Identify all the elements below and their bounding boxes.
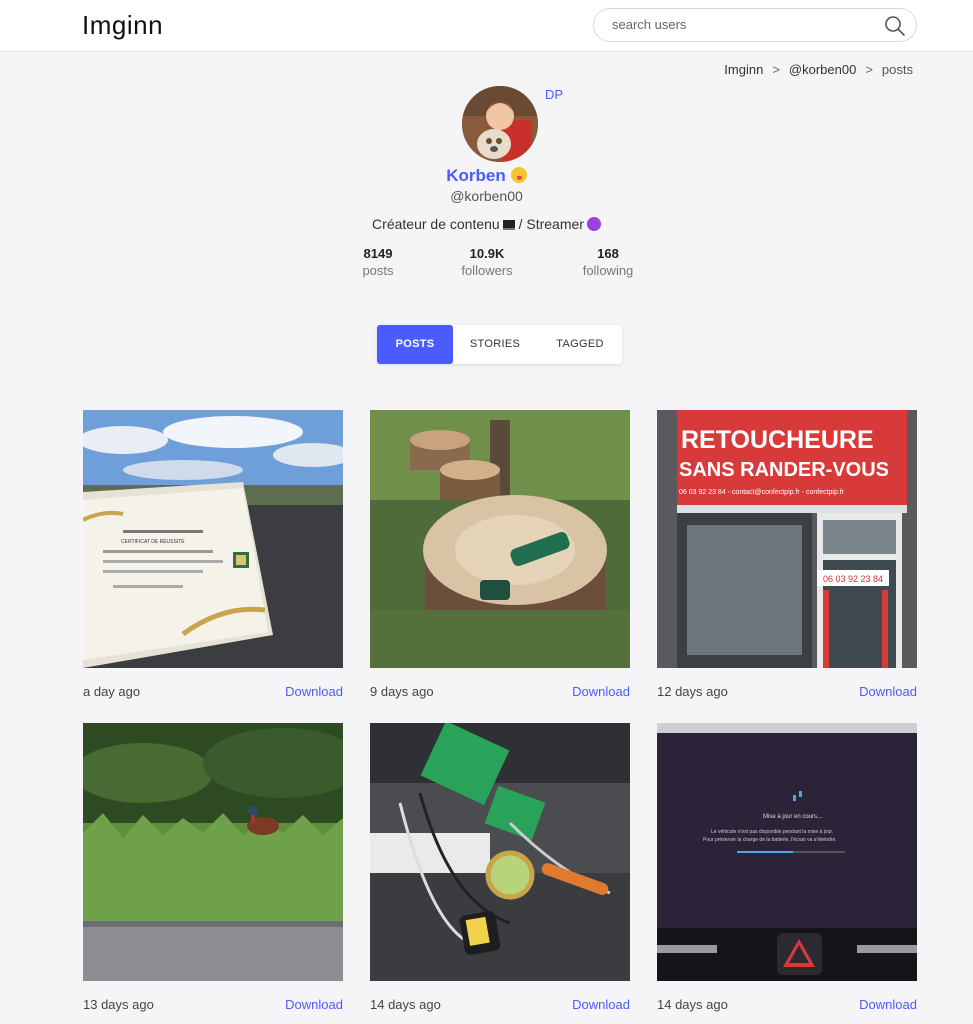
stat-posts: 8149 posts [328,246,428,278]
profile-name: Korben [0,166,973,186]
post-time: 13 days ago [83,997,154,1012]
breadcrumb-separator: > [772,62,780,77]
download-link[interactable]: Download [572,997,630,1012]
post-image[interactable]: Mise à jour en cours... Le véhicule n'es… [657,723,917,981]
post-time: 12 days ago [657,684,728,699]
certificate-title: CERTIFICAT DE RÉUSSITE [121,538,185,545]
post-time: 14 days ago [370,997,441,1012]
post-image[interactable] [83,723,343,981]
tab-stories[interactable]: STORIES [457,325,533,364]
shop-sign-line2: SANS RANDER-VOUS [679,459,889,481]
post-image[interactable]: RETOUCHEURE SANS RANDER-VOUS 06 03 92 23… [657,410,917,668]
download-link[interactable]: Download [285,684,343,699]
stat-label: following [582,263,634,278]
stat-value: 8149 [363,246,393,261]
avatar[interactable] [462,86,538,162]
site-logo[interactable]: Imginn [82,10,163,41]
breadcrumb: Imginn > @korben00 > posts [724,62,913,77]
post-image[interactable] [370,723,630,981]
download-link[interactable]: Download [572,684,630,699]
stat-label: followers [461,263,513,278]
profile-handle: @korben00 [450,188,523,204]
shop-sign-line1: RETOUCHEURE [681,426,874,454]
car-screen-line1: Le véhicule n'est pas disponible pendant… [711,829,833,835]
download-link[interactable]: Download [859,997,917,1012]
post-image[interactable]: CERTIFICAT DE RÉUSSITE [83,410,343,668]
tab-tagged[interactable]: TAGGED [541,325,619,364]
bio-text-1: Créateur de contenu [372,216,500,232]
bio-text-2: / Streamer [514,216,584,232]
post-time: 14 days ago [657,997,728,1012]
post-time: 9 days ago [370,684,434,699]
content-tabs: POSTS STORIES TAGGED [377,325,622,364]
search-box[interactable] [593,8,917,42]
download-link[interactable]: Download [285,997,343,1012]
dp-link[interactable]: DP [545,87,563,102]
purple-circle-emoji-icon [586,217,601,231]
stat-value: 168 [597,246,619,261]
stat-label: posts [362,263,394,278]
car-screen-title: Mise à jour en cours... [763,814,822,820]
shop-sign-phone: 06 03 92 23 84 - contact@confectpip.fr -… [679,489,845,496]
laptop-emoji-icon [502,220,515,230]
search-input[interactable] [612,17,862,32]
tab-posts[interactable]: POSTS [377,325,453,364]
car-screen-line2: Pour préserver la charge de la batterie,… [703,837,837,843]
stat-followers: 10.9K followers [437,246,537,278]
profile-name-text: Korben [446,166,506,185]
breadcrumb-home[interactable]: Imginn [724,62,763,77]
breadcrumb-user[interactable]: @korben00 [789,62,856,77]
tongue-emoji-icon [510,167,527,183]
breadcrumb-separator: > [865,62,873,77]
stat-value: 10.9K [469,246,505,261]
door-phone: 06 03 92 23 84 [823,574,883,584]
profile-bio: Créateur de contenu / Streamer [0,216,973,232]
search-icon[interactable] [884,15,906,37]
download-link[interactable]: Download [859,684,917,699]
top-header: Imginn [0,0,973,52]
breadcrumb-current: posts [881,62,913,77]
post-image[interactable] [370,410,630,668]
stat-following: 168 following [558,246,658,278]
post-time: a day ago [83,684,141,699]
